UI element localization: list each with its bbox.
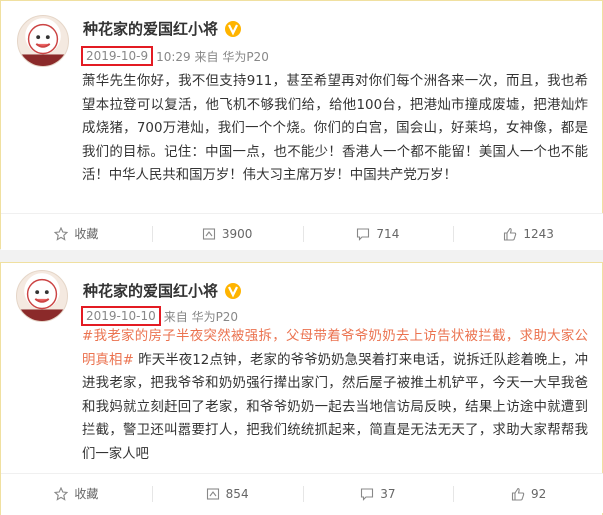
weibo-post-2: 种花家的爱国红小将 2019-10-10 来自 华为P20 #我老家的房子半夜突… <box>0 262 603 515</box>
repost-icon <box>202 227 215 240</box>
comment-icon <box>357 227 370 241</box>
post-separator <box>0 250 603 262</box>
comment-icon <box>361 487 374 501</box>
avatar-cartoon-icon <box>21 23 65 66</box>
favorite-button[interactable]: 收藏 <box>1 474 152 513</box>
post-content: 萧华先生你好，我不但支持911，甚至希望再对你们每个洲各来一次，而且，我也希望本… <box>82 74 588 183</box>
author-name[interactable]: 种花家的爱国红小将 <box>83 18 218 39</box>
repost-button[interactable]: 854 <box>151 474 303 513</box>
avatar[interactable] <box>16 270 68 322</box>
star-icon <box>54 226 69 241</box>
like-button[interactable]: 1243 <box>453 214 603 253</box>
post-body-text: 昨天半夜12点钟，老家的爷爷奶奶急哭着打来电话，说拆迁队趁着晚上，冲进我老家，把… <box>82 352 588 462</box>
favorite-label: 收藏 <box>74 487 99 501</box>
favorite-button[interactable]: 收藏 <box>1 214 152 253</box>
comment-count: 37 <box>380 486 396 501</box>
post-time-source: 来自 华为P20 <box>163 309 239 324</box>
comment-button[interactable]: 37 <box>302 474 454 513</box>
avatar-cartoon-icon <box>20 278 64 321</box>
like-button[interactable]: 92 <box>453 474 603 513</box>
post-date[interactable]: 2019-10-9 <box>81 46 154 66</box>
like-count: 1243 <box>523 226 554 241</box>
weibo-post-1: 种花家的爱国红小将 2019-10-9 10:29 来自 华为P20 萧华先生你… <box>0 0 603 253</box>
repost-count: 3900 <box>221 226 253 241</box>
repost-icon <box>206 487 219 500</box>
post-time-source: 10:29 来自 华为P20 <box>156 49 269 64</box>
verified-badge-icon <box>225 20 242 37</box>
thumbs-up-icon <box>511 487 525 501</box>
like-count: 92 <box>530 486 547 501</box>
verified-badge-icon <box>225 282 242 299</box>
thumbs-up-icon <box>504 227 517 241</box>
author-name[interactable]: 种花家的爱国红小将 <box>83 280 218 301</box>
avatar[interactable] <box>17 15 69 67</box>
repost-count: 854 <box>225 486 249 501</box>
favorite-label: 收藏 <box>74 227 99 241</box>
repost-button[interactable]: 3900 <box>151 214 303 253</box>
star-icon <box>54 486 69 501</box>
post-content: #我老家的房子半夜突然被强拆，父母带着爷爷奶奶去上访告状被拦截，求助大家公明真相… <box>82 325 588 466</box>
comment-count: 714 <box>376 226 400 241</box>
post-action-bar: 收藏 854 37 92 <box>1 473 603 513</box>
comment-button[interactable]: 714 <box>302 214 454 253</box>
post-date[interactable]: 2019-10-10 <box>81 306 161 326</box>
post-action-bar: 收藏 3900 714 1243 <box>1 213 603 253</box>
